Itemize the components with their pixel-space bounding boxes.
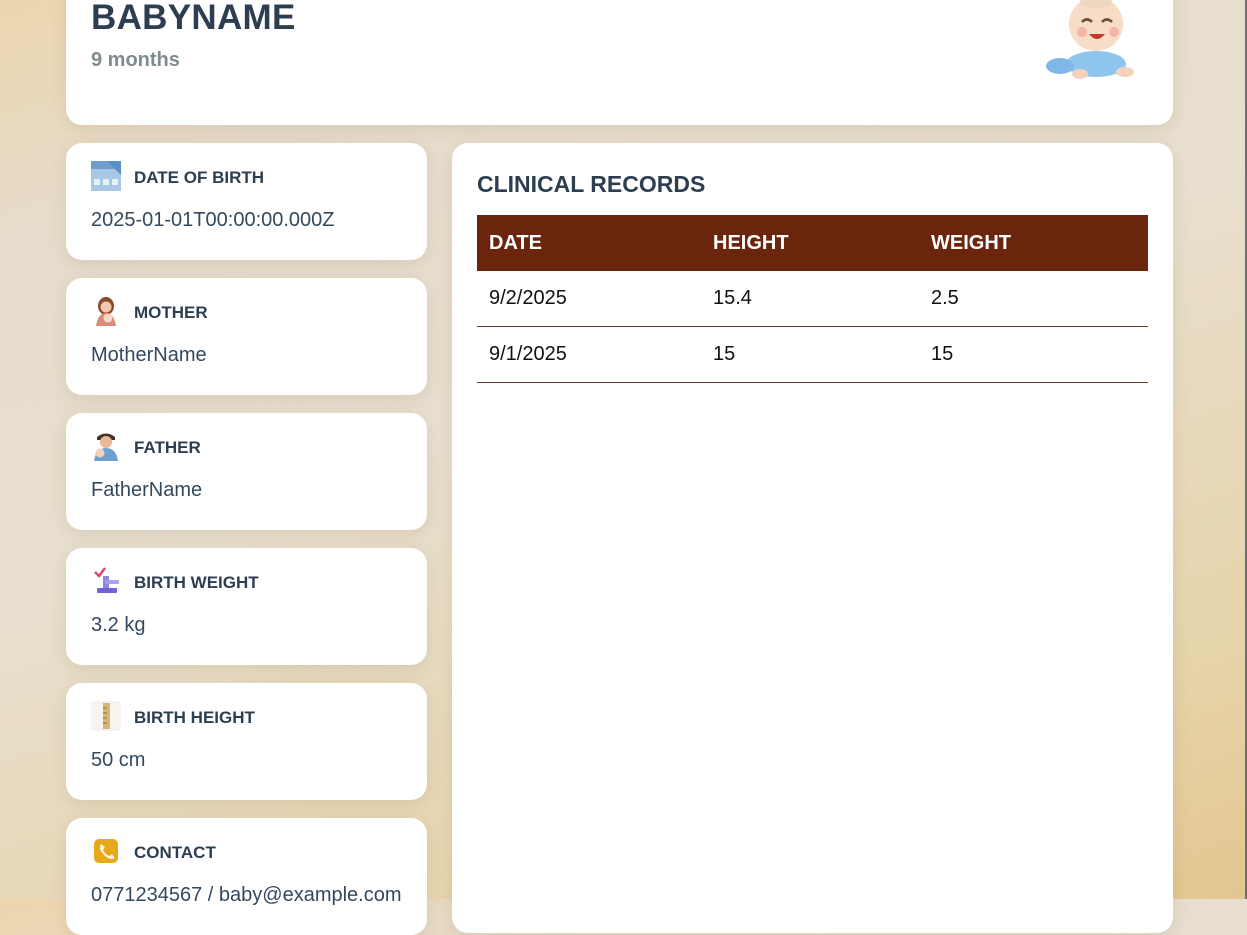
calendar-icon <box>91 161 121 191</box>
contact-value: 0771234567 / baby@example.com <box>91 884 402 906</box>
profile-header: BABYNAME 9 months <box>66 0 1173 125</box>
record-date: 9/2/2025 <box>477 271 701 327</box>
record-height: 15.4 <box>701 271 919 327</box>
mother-value: MotherName <box>91 344 207 366</box>
contact-label: CONTACT <box>134 843 216 862</box>
record-height: 15 <box>701 326 919 383</box>
record-weight: 15 <box>919 326 1148 383</box>
father-label: FATHER <box>134 438 201 457</box>
baby-age: 9 months <box>91 49 180 71</box>
table-header-row: DATE HEIGHT WEIGHT <box>477 215 1148 271</box>
info-card-father: FATHER FatherName <box>66 413 427 530</box>
date-of-birth-label: DATE OF BIRTH <box>134 168 265 187</box>
ruler-icon <box>91 701 121 731</box>
date-of-birth-value: 2025-01-01T00:00:00.000Z <box>91 209 335 231</box>
phone-icon <box>94 839 118 863</box>
scale-icon <box>94 567 119 593</box>
father-icon <box>94 433 118 461</box>
birth-weight-label: BIRTH WEIGHT <box>134 573 259 592</box>
table-row: 9/2/2025 15.4 2.5 <box>477 271 1148 327</box>
father-value: FatherName <box>91 479 203 501</box>
info-card-birth-weight: BIRTH WEIGHT 3.2 kg <box>66 548 427 665</box>
birth-height-label: BIRTH HEIGHT <box>134 708 255 727</box>
record-date: 9/1/2025 <box>477 326 701 383</box>
info-card-date-of-birth: DATE OF BIRTH 2025-01-01T00:00:00.000Z <box>66 143 427 260</box>
mother-icon <box>96 297 116 326</box>
clinical-records-panel: CLINICAL RECORDS DATE HEIGHT WEIGHT 9/2/… <box>452 143 1173 933</box>
records-title: CLINICAL RECORDS <box>477 171 706 197</box>
info-card-contact: CONTACT 0771234567 / baby@example.com <box>66 818 427 935</box>
baby-name: BABYNAME <box>91 0 296 37</box>
column-header-date: DATE <box>477 215 701 271</box>
record-weight: 2.5 <box>919 271 1148 327</box>
column-header-weight: WEIGHT <box>919 215 1148 271</box>
crawling-baby-icon <box>1046 0 1134 79</box>
info-card-birth-height: BIRTH HEIGHT 50 cm <box>66 683 427 800</box>
column-header-height: HEIGHT <box>701 215 919 271</box>
table-row: 9/1/2025 15 15 <box>477 326 1148 383</box>
birth-weight-value: 3.2 kg <box>91 614 146 636</box>
birth-height-value: 50 cm <box>91 749 146 771</box>
mother-label: MOTHER <box>134 303 208 322</box>
info-card-mother: MOTHER MotherName <box>66 278 427 395</box>
clinical-records-table: DATE HEIGHT WEIGHT 9/2/2025 15.4 2.5 9/1… <box>477 215 1148 383</box>
